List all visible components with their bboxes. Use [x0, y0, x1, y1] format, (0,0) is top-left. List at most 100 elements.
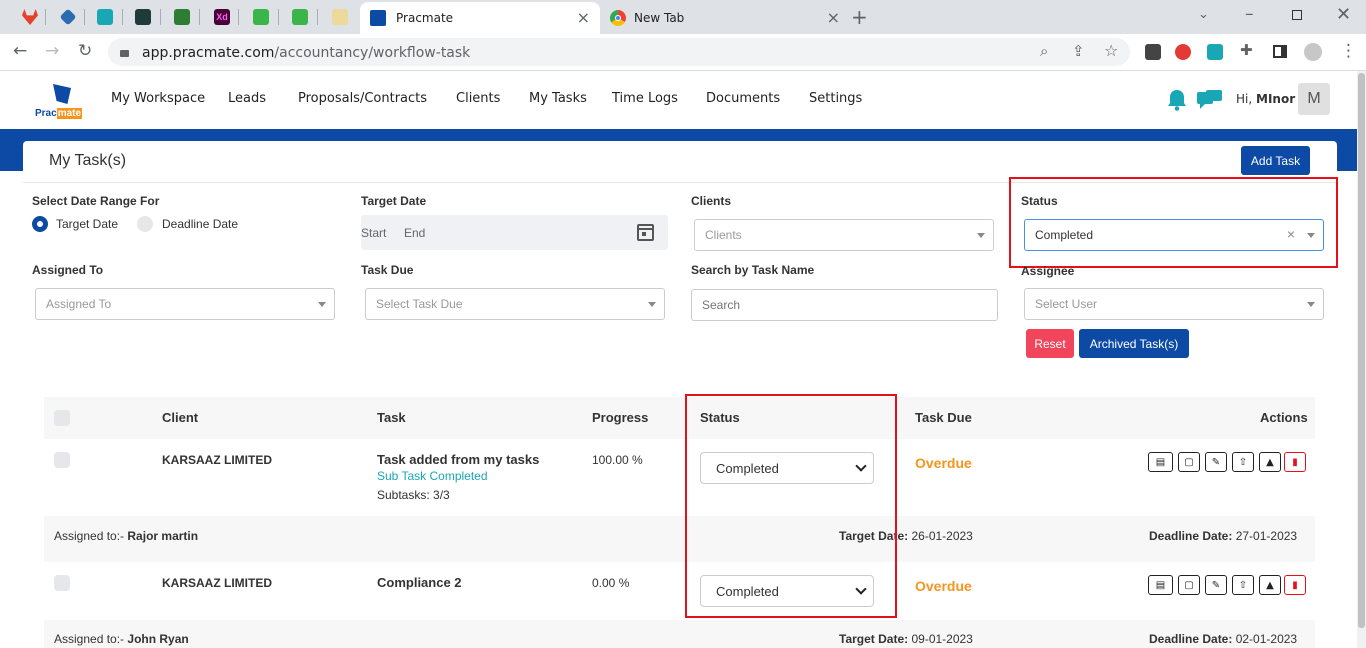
tab-search-icon[interactable]: ⌄	[1198, 8, 1209, 21]
pinned-tab-2[interactable]	[93, 7, 117, 27]
nav-documents[interactable]: Documents	[706, 91, 780, 106]
tab-title: New Tab	[634, 11, 685, 25]
row-checkbox[interactable]	[54, 452, 70, 468]
upload-icon[interactable]: ⇧	[1232, 575, 1254, 595]
note-icon[interactable]: ▢	[1178, 452, 1200, 472]
share-icon[interactable]: ⇪	[1072, 44, 1085, 59]
row-subtask-status[interactable]: Sub Task Completed	[377, 469, 488, 483]
start-date-input[interactable]: Start	[361, 226, 386, 240]
nav-time-logs[interactable]: Time Logs	[612, 91, 678, 106]
nav-clients[interactable]: Clients	[456, 91, 500, 106]
pracmate-favicon-icon	[370, 10, 386, 26]
end-date-input[interactable]: End	[404, 226, 425, 240]
close-tab-icon[interactable]: ×	[827, 10, 840, 26]
edit-icon[interactable]: ✎	[1205, 452, 1227, 472]
extension-icon[interactable]	[1207, 44, 1223, 60]
nav-my-tasks[interactable]: My Tasks	[529, 91, 587, 106]
assignee-label: Assignee	[1021, 264, 1075, 278]
reset-button[interactable]: Reset	[1026, 329, 1074, 358]
close-window-icon[interactable]: ✕	[1336, 6, 1351, 24]
bookmark-star-icon[interactable]: ☆	[1104, 43, 1118, 59]
puzzle-icon[interactable]: ✚	[1240, 43, 1253, 58]
select-all-checkbox[interactable]	[54, 410, 70, 426]
profile-avatar-icon[interactable]	[1304, 43, 1322, 61]
row-task-name[interactable]: Compliance 2	[377, 575, 462, 590]
radio-target-date[interactable]	[32, 216, 48, 232]
avatar[interactable]: M	[1298, 83, 1330, 115]
zoom-icon[interactable]: ⌕	[1040, 44, 1048, 59]
back-icon[interactable]: ←	[13, 43, 27, 60]
col-task[interactable]: Task	[377, 410, 406, 425]
upload-icon[interactable]: ⇧	[1232, 452, 1254, 472]
chevron-down-icon	[648, 302, 656, 307]
tab-new-tab[interactable]: New Tab ×	[610, 9, 840, 27]
minimize-icon[interactable]: –	[1245, 6, 1254, 23]
bell-icon[interactable]	[1167, 89, 1187, 111]
pinned-tab-1[interactable]	[56, 7, 80, 27]
archived-tasks-button[interactable]: Archived Task(s)	[1079, 329, 1189, 358]
clients-select[interactable]: Clients	[694, 219, 994, 251]
radio-target-date-label[interactable]: Target Date	[56, 217, 118, 231]
row-task-name[interactable]: Task added from my tasks	[377, 452, 539, 467]
task-due-label: Task Due	[361, 263, 414, 277]
col-task-due[interactable]: Task Due	[915, 410, 972, 425]
clients-label: Clients	[691, 194, 732, 208]
forward-icon[interactable]: →	[45, 43, 59, 60]
tab-divider	[317, 9, 318, 25]
pinned-tab-gitlab[interactable]	[18, 7, 42, 27]
pinned-tab-6[interactable]	[288, 7, 312, 27]
qr-extension-icon[interactable]	[1145, 44, 1161, 60]
pracmate-logo[interactable]: Pracmate	[35, 84, 91, 124]
search-input[interactable]	[691, 289, 998, 321]
side-panel-icon[interactable]	[1273, 45, 1287, 58]
new-tab-button[interactable]: +	[851, 7, 868, 27]
nav-my-workspace[interactable]: My Workspace	[111, 91, 205, 106]
delete-icon[interactable]: ▮	[1284, 575, 1306, 595]
col-client[interactable]: Client	[162, 410, 198, 425]
chat-icon[interactable]	[1197, 90, 1223, 110]
row-footer	[44, 516, 1315, 562]
note-icon[interactable]: ▢	[1178, 575, 1200, 595]
row-client: KARSAAZ LIMITED	[162, 576, 272, 590]
pinned-tab-5[interactable]	[249, 7, 273, 27]
tab-pracmate[interactable]: Pracmate ×	[360, 2, 600, 34]
pinned-tab-7[interactable]	[328, 7, 352, 27]
pinned-tab-xd[interactable]: Xd	[210, 7, 234, 27]
reload-icon[interactable]: ↻	[78, 43, 92, 60]
nav-leads[interactable]: Leads	[228, 91, 266, 106]
assignee-select[interactable]: Select User	[1024, 288, 1324, 320]
nav-settings[interactable]: Settings	[809, 91, 862, 106]
close-tab-icon[interactable]: ×	[577, 10, 590, 26]
row-assigned-to: Assigned to:- John Ryan	[54, 632, 189, 646]
bell-icon[interactable]: ▲	[1259, 452, 1281, 472]
scrollbar-thumb[interactable]	[1358, 73, 1365, 628]
radio-deadline-date-label[interactable]: Deadline Date	[162, 217, 238, 231]
delete-icon[interactable]: ▮	[1284, 452, 1306, 472]
invoice-icon[interactable]: ▤	[1148, 452, 1173, 472]
col-progress[interactable]: Progress	[592, 410, 648, 425]
assigned-to-select[interactable]: Assigned To	[35, 288, 335, 320]
logo-text: mate	[56, 108, 83, 119]
chevron-down-icon	[977, 233, 985, 238]
radio-deadline-date[interactable]	[137, 216, 153, 232]
tab-divider	[84, 9, 85, 25]
kebab-menu-icon[interactable]: ⋮	[1340, 43, 1357, 60]
maximize-icon[interactable]	[1292, 10, 1302, 20]
row-checkbox[interactable]	[54, 575, 70, 591]
chevron-down-icon	[318, 302, 326, 307]
edit-icon[interactable]: ✎	[1205, 575, 1227, 595]
calendar-icon[interactable]	[637, 224, 654, 241]
url-text[interactable]: app.pracmate.com/accountancy/workflow-ta…	[142, 45, 470, 61]
pinned-tab-3[interactable]	[131, 7, 155, 27]
add-task-button[interactable]: Add Task	[1241, 146, 1310, 175]
bell-icon[interactable]: ▲	[1259, 575, 1281, 595]
nav-proposals-contracts[interactable]: Proposals/Contracts	[298, 91, 427, 106]
extension-icon[interactable]	[1175, 44, 1191, 60]
pinned-tab-4[interactable]	[170, 7, 194, 27]
row-subtask-count: Subtasks: 3/3	[377, 488, 450, 502]
mail-icon	[97, 9, 113, 25]
task-due-select[interactable]: Select Task Due	[365, 288, 665, 320]
lock-icon[interactable]	[120, 50, 129, 57]
row-client: KARSAAZ LIMITED	[162, 453, 272, 467]
invoice-icon[interactable]: ▤	[1148, 575, 1173, 595]
